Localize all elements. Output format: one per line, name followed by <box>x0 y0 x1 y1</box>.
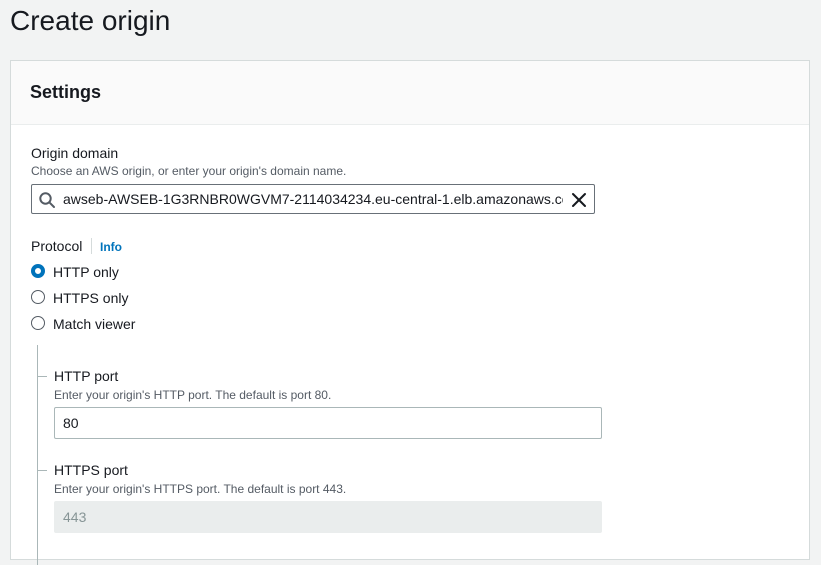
settings-panel: Settings Origin domain Choose an AWS ori… <box>10 60 810 565</box>
settings-title: Settings <box>30 82 102 102</box>
nested-settings-tick <box>38 376 47 377</box>
origin-domain-label: Origin domain <box>31 145 119 161</box>
label-divider <box>91 238 92 254</box>
radio-label: HTTPS only <box>53 290 129 306</box>
http-port-input[interactable] <box>54 407 602 439</box>
https-port-description: Enter your origin's HTTPS port. The defa… <box>54 482 347 496</box>
radio-checked-icon[interactable] <box>31 264 45 278</box>
nested-settings-line <box>37 345 38 565</box>
radio-unchecked-icon[interactable] <box>31 290 45 304</box>
https-port-input[interactable] <box>54 501 602 533</box>
radio-label: Match viewer <box>53 316 136 332</box>
origin-domain-input[interactable]: awseb-AWSEB-1G3RNBR0WGVM7-2114034234.eu-… <box>31 184 595 214</box>
radio-unchecked-icon[interactable] <box>31 316 45 330</box>
page-title: Create origin <box>10 5 171 36</box>
http-port-label: HTTP port <box>54 368 119 384</box>
https-port-label: HTTPS port <box>54 462 128 478</box>
settings-panel-header: Settings <box>11 61 809 125</box>
origin-domain-description: Choose an AWS origin, or enter your orig… <box>31 164 347 178</box>
close-icon[interactable] <box>570 191 588 209</box>
radio-label: HTTP only <box>53 264 119 280</box>
origin-domain-value[interactable]: awseb-AWSEB-1G3RNBR0WGVM7-2114034234.eu-… <box>63 191 563 208</box>
protocol-label: Protocol <box>31 238 83 254</box>
protocol-info-link[interactable]: Info <box>100 240 122 254</box>
http-port-description: Enter your origin's HTTP port. The defau… <box>54 388 332 402</box>
nested-settings-tick <box>38 470 47 471</box>
search-icon <box>39 192 55 208</box>
